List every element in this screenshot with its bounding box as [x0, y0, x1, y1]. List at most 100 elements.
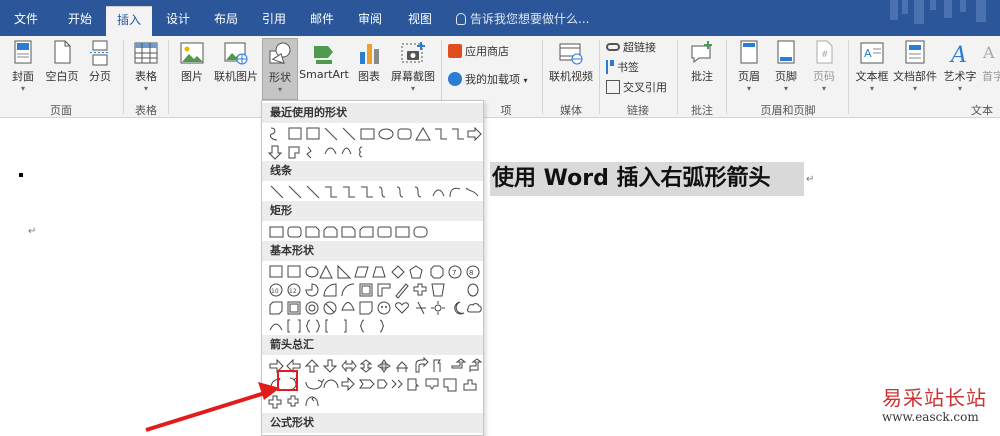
page-number-icon: # — [816, 40, 833, 64]
basic-shapes-row-3[interactable] — [268, 299, 482, 317]
textbox-label: 文本框 — [855, 70, 889, 83]
recent-shapes-row-2[interactable] — [268, 143, 482, 161]
cover-page-button[interactable]: 封面 ▾ — [4, 38, 42, 100]
picture-label: 图片 — [181, 70, 203, 83]
ribbon: 封面 ▾ 空白页 分页 页面 表格 ▾ 表格 图片 联机图片 形状 ▾ SmartAr… — [0, 36, 1000, 118]
svg-text:10: 10 — [271, 288, 279, 295]
category-rectangles: 矩形 — [262, 201, 483, 221]
page-break-icon — [90, 40, 110, 66]
comments-group-label: 批注 — [691, 104, 713, 117]
titlebar-decoration — [890, 0, 986, 24]
block-arrows-row-1[interactable] — [268, 357, 482, 375]
block-arrows-row-2[interactable] — [268, 375, 482, 393]
shapes-button[interactable]: 形状 ▾ — [262, 38, 298, 100]
document-heading[interactable]: 使用 Word 插入右弧形箭头 — [490, 162, 804, 196]
tell-me-box[interactable]: 告诉我您想要做什么... — [456, 10, 589, 27]
hyperlink-button[interactable]: 超链接 — [606, 38, 656, 58]
online-picture-button[interactable]: 联机图片 — [210, 38, 262, 100]
basic-shapes-row-4[interactable] — [268, 317, 482, 335]
footer-label: 页脚 — [775, 70, 797, 83]
dropcap-icon: A — [982, 43, 995, 62]
tab-review[interactable]: 审阅 — [350, 6, 390, 36]
table-button[interactable]: 表格 ▾ — [128, 38, 164, 100]
media-group-label: 媒体 — [560, 104, 582, 117]
screenshot-label: 屏幕截图 — [391, 70, 435, 83]
my-addins-button[interactable]: 我的加载项 ▾ — [448, 70, 528, 90]
wordart-label: 艺术字 — [943, 70, 977, 83]
chart-button[interactable]: 图表 — [350, 38, 388, 100]
shapes-icon — [269, 42, 291, 65]
lightbulb-icon — [456, 13, 466, 25]
tab-insert[interactable]: 插入 — [106, 6, 152, 36]
paragraph-mark-icon: ↵ — [806, 174, 815, 185]
page-number-button[interactable]: # 页码 ▾ — [806, 38, 842, 100]
header-label: 页眉 — [738, 70, 760, 83]
blank-page-icon — [54, 40, 71, 64]
cross-reference-icon — [606, 80, 620, 94]
tab-references[interactable]: 引用 — [254, 6, 294, 36]
block-arrows-row-3[interactable] — [268, 393, 482, 411]
tab-layout[interactable]: 布局 — [206, 6, 246, 36]
textbox-icon: A — [860, 42, 884, 64]
tab-design[interactable]: 设计 — [158, 6, 198, 36]
lines-row[interactable] — [268, 183, 482, 201]
recent-shapes-row-1[interactable] — [268, 125, 482, 143]
comment-icon — [691, 41, 712, 64]
header-footer-group-label: 页眉和页脚 — [760, 104, 816, 117]
header-icon — [740, 40, 758, 64]
group-separator — [599, 40, 600, 114]
dropcap-button[interactable]: A 首字 — [980, 38, 1000, 100]
red-pointer-arrow — [145, 382, 280, 432]
basic-shapes-row-1[interactable]: 78 — [268, 263, 482, 281]
svg-text:12: 12 — [289, 288, 297, 295]
my-addins-label: 我的加载项 — [465, 73, 520, 86]
shapes-label: 形状 — [269, 71, 291, 84]
footer-button[interactable]: 页脚 ▾ — [768, 38, 804, 100]
paragraph-mark-icon: ↵ — [28, 226, 37, 237]
wordart-icon: A — [949, 43, 967, 66]
picture-icon — [180, 42, 204, 64]
textbox-button[interactable]: A 文本框 ▾ — [852, 38, 892, 100]
table-icon — [134, 42, 158, 64]
screenshot-button[interactable]: 屏幕截图 ▾ — [388, 38, 438, 100]
group-separator — [677, 40, 678, 114]
online-video-button[interactable]: 联机视频 — [546, 38, 596, 100]
quick-parts-icon — [905, 40, 925, 64]
online-video-label: 联机视频 — [549, 70, 593, 83]
office-store-label: 应用商店 — [465, 45, 509, 58]
links-group-label: 链接 — [627, 104, 649, 117]
group-separator — [168, 40, 169, 114]
ribbon-tab-bar: 文件 开始 插入 设计 布局 引用 邮件 审阅 视图 告诉我您想要做什么... — [0, 0, 1000, 36]
comment-button[interactable]: 批注 — [682, 38, 722, 100]
tab-view[interactable]: 视图 — [400, 6, 440, 36]
smartart-button[interactable]: SmartArt — [298, 38, 350, 100]
addins-icon — [448, 72, 462, 86]
page-break-button[interactable]: 分页 — [82, 38, 118, 100]
quick-parts-button[interactable]: 文档部件 ▾ — [892, 38, 938, 100]
smartart-icon — [314, 46, 333, 64]
cross-reference-button[interactable]: 交叉引用 — [606, 78, 667, 98]
online-video-icon — [559, 43, 583, 65]
addins-group-label: 项 — [500, 104, 512, 117]
bullet-mark — [19, 173, 23, 177]
watermark: 易采站长站 www.easck.com — [868, 378, 1000, 436]
office-store-button[interactable]: 应用商店 — [448, 42, 509, 62]
picture-button[interactable]: 图片 — [174, 38, 210, 100]
blank-page-button[interactable]: 空白页 — [42, 38, 82, 100]
tab-mailings[interactable]: 邮件 — [302, 6, 342, 36]
text-group-label: 文本 — [971, 104, 993, 117]
header-button[interactable]: 页眉 ▾ — [732, 38, 766, 100]
wordart-button[interactable]: A 艺术字 ▾ — [940, 38, 980, 100]
tab-home[interactable]: 开始 — [58, 6, 102, 36]
page-number-label: 页码 — [813, 70, 835, 83]
online-picture-label: 联机图片 — [214, 70, 258, 83]
hyperlink-label: 超链接 — [623, 41, 656, 54]
group-separator — [542, 40, 543, 114]
category-basic-shapes: 基本形状 — [262, 241, 483, 261]
bookmark-button[interactable]: 书签 — [606, 58, 639, 78]
basic-shapes-row-2[interactable]: 10 12 — [268, 281, 482, 299]
category-recent-shapes: 最近使用的形状 — [262, 103, 483, 123]
rectangles-row[interactable] — [268, 223, 482, 241]
table-label: 表格 — [135, 70, 157, 83]
tab-file[interactable]: 文件 — [8, 6, 44, 36]
